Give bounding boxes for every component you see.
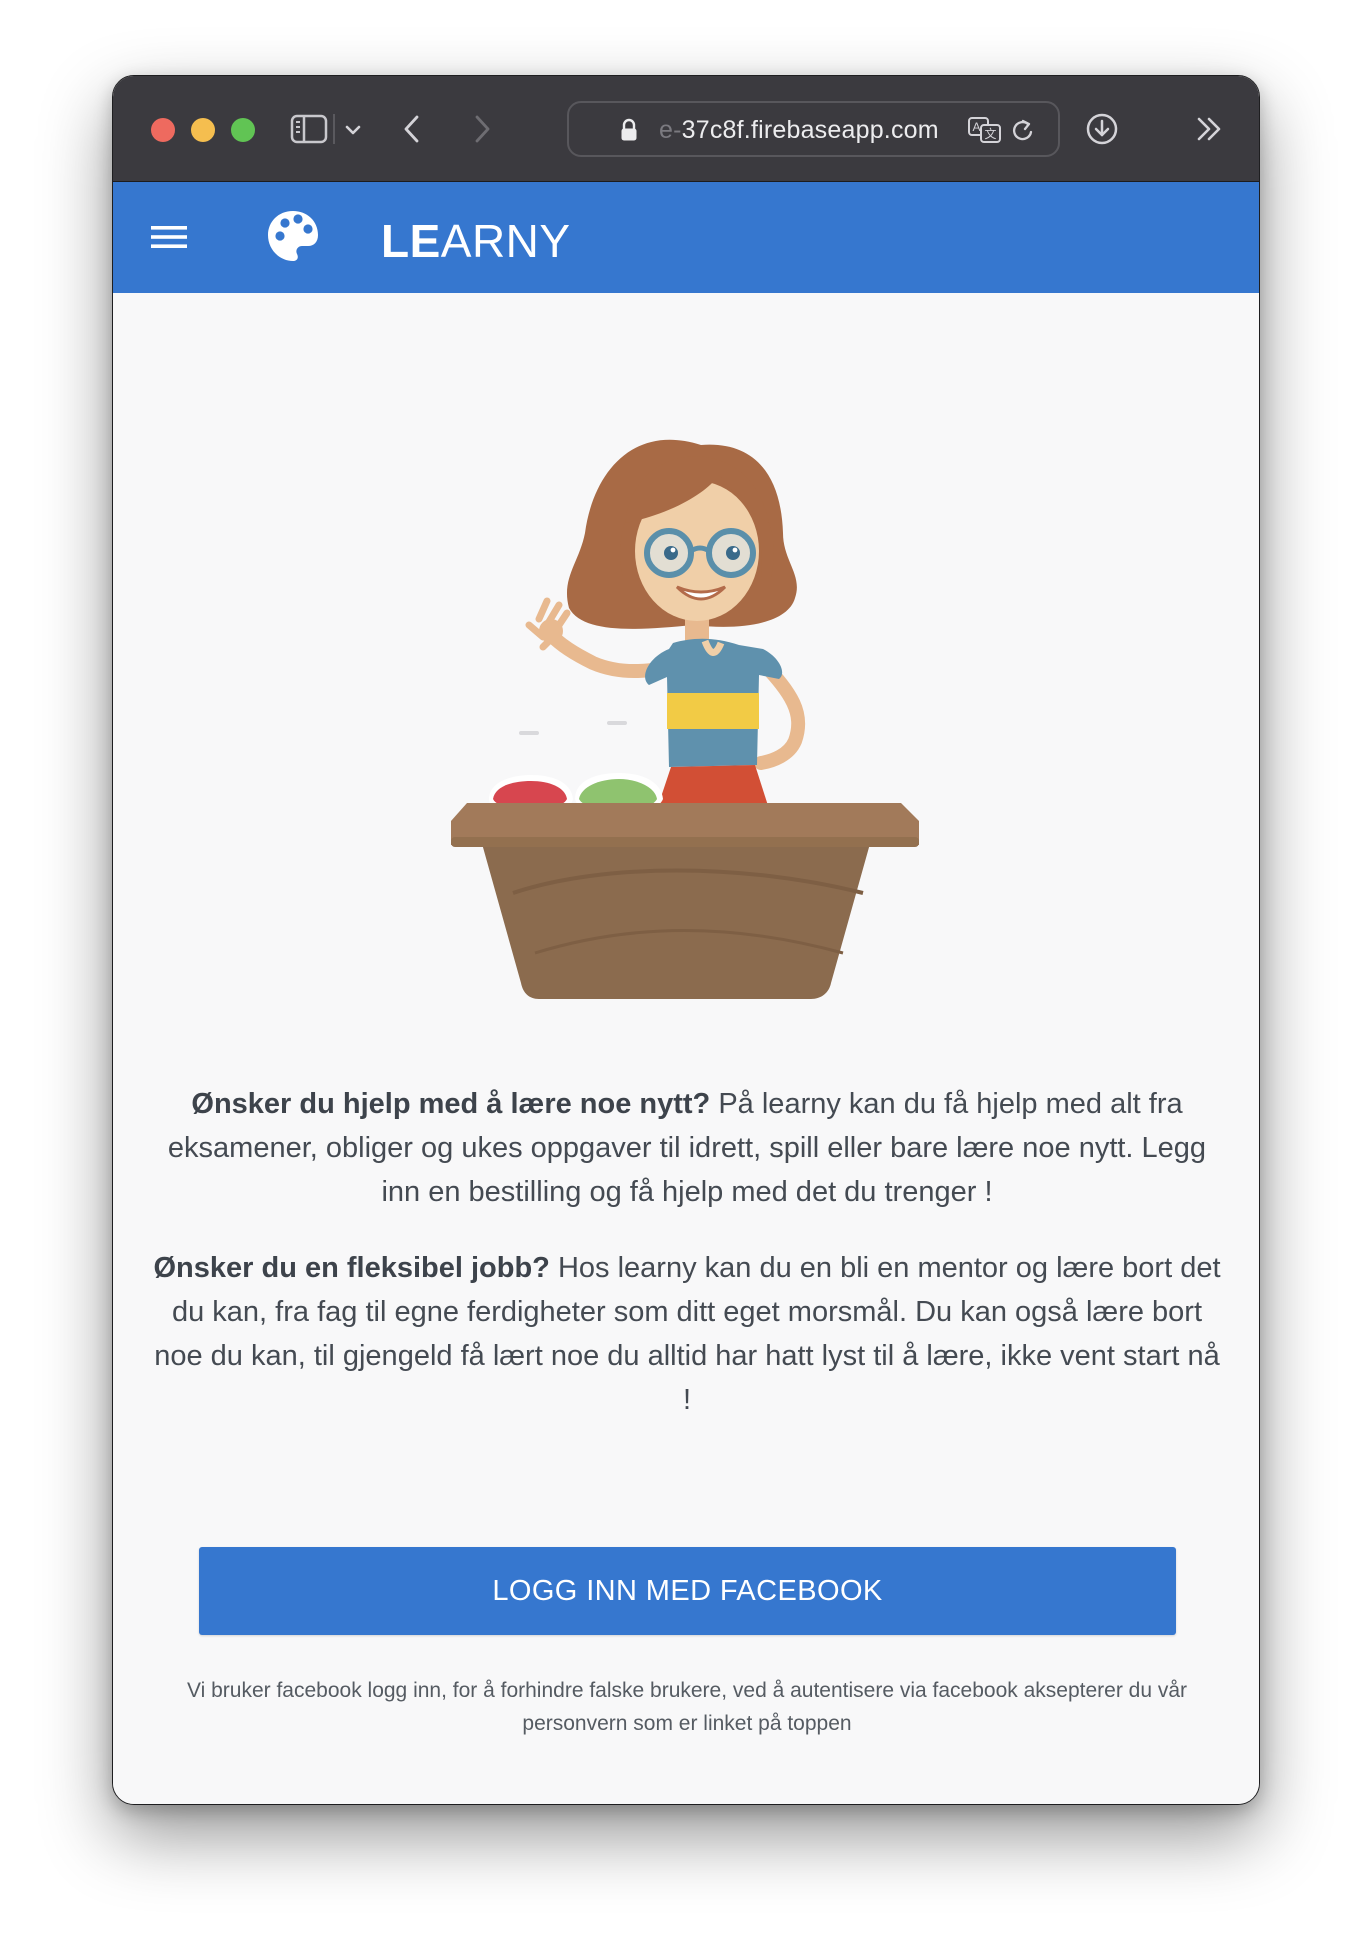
browser-toolbar: e-37c8f.firebaseapp.com A 文 bbox=[113, 76, 1259, 182]
back-icon[interactable] bbox=[397, 112, 427, 146]
minimize-window-button[interactable] bbox=[191, 118, 215, 142]
sidebar-icon[interactable] bbox=[289, 110, 329, 148]
forward-icon[interactable] bbox=[467, 112, 497, 146]
browser-window: e-37c8f.firebaseapp.com A 文 LEARNY Ønske… bbox=[112, 75, 1260, 1805]
download-icon[interactable] bbox=[1083, 110, 1121, 148]
maximize-window-button[interactable] bbox=[231, 118, 255, 142]
brand-rest: ARNY bbox=[440, 215, 571, 267]
facebook-login-button[interactable]: LOGG INN MED FACEBOOK bbox=[199, 1547, 1176, 1635]
url-prefix: e- bbox=[659, 116, 682, 144]
svg-text:文: 文 bbox=[985, 126, 997, 141]
toolbar-divider bbox=[331, 110, 337, 148]
main-content: Ønsker du hjelp med å lære noe nytt? På … bbox=[113, 293, 1259, 1804]
chevron-down-icon[interactable] bbox=[341, 118, 365, 142]
url-domain: 37c8f.firebaseapp.com bbox=[681, 116, 939, 144]
intro-job-heading: Ønsker du en fleksibel jobb? bbox=[153, 1252, 550, 1284]
address-bar[interactable]: e-37c8f.firebaseapp.com A 文 bbox=[567, 101, 1060, 157]
brand-logo[interactable]: LEARNY bbox=[381, 218, 571, 264]
intro-paragraph-help: Ønsker du hjelp med å lære noe nytt? På … bbox=[153, 1082, 1221, 1214]
more-icon[interactable] bbox=[1193, 112, 1227, 146]
palette-icon bbox=[265, 208, 321, 264]
lock-icon bbox=[619, 117, 639, 143]
app-header: LEARNY bbox=[113, 182, 1259, 293]
url-text: e-37c8f.firebaseapp.com bbox=[659, 116, 939, 145]
login-disclaimer: Vi bruker facebook logg inn, for å forhi… bbox=[186, 1679, 1188, 1735]
close-window-button[interactable] bbox=[151, 118, 175, 142]
hamburger-icon[interactable] bbox=[149, 221, 189, 253]
teacher-illustration bbox=[451, 439, 919, 999]
intro-help-heading: Ønsker du hjelp med å lære noe nytt? bbox=[191, 1088, 711, 1120]
reload-icon[interactable] bbox=[1009, 117, 1037, 145]
brand-bold: LE bbox=[381, 215, 441, 267]
intro-paragraph-job: Ønsker du en fleksibel jobb? Hos learny … bbox=[153, 1246, 1221, 1422]
translate-icon[interactable]: A 文 bbox=[967, 115, 1003, 145]
svg-text:A: A bbox=[973, 120, 981, 134]
